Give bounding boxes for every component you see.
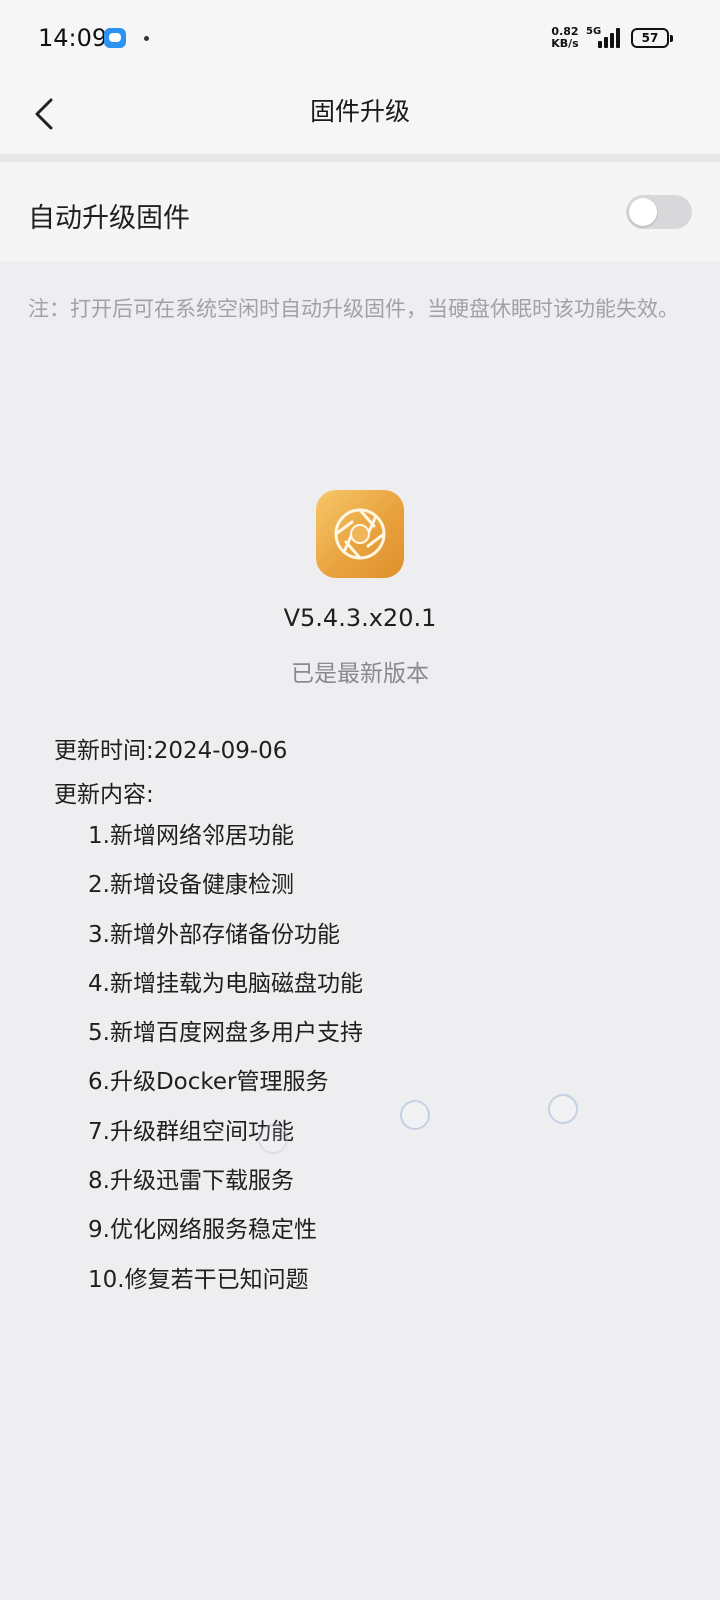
toggle-knob [629, 198, 657, 226]
changelog-item: 9.优化网络服务稳定性 [88, 1217, 317, 1244]
changelog-item: 7.升级群组空间功能 [88, 1118, 294, 1145]
nav-bar: 固件升级 [0, 78, 720, 154]
changelog-item: 1.新增网络邻居功能 [88, 823, 294, 849]
update-time: 更新时间:2024-09-06 [54, 738, 288, 764]
message-notification-icon [104, 28, 126, 48]
divider [0, 154, 720, 162]
touch-indicator-icon [400, 1100, 430, 1130]
auto-upgrade-row[interactable]: 自动升级固件 [0, 162, 720, 262]
firmware-status: 已是最新版本 [291, 661, 429, 687]
changelog-item: 5.新增百度网盘多用户支持 [88, 1020, 363, 1047]
changelog-item: 4.新增挂载为电脑磁盘功能 [88, 970, 363, 997]
battery-icon: 57 [631, 28, 673, 48]
changelog-item: 3.新增外部存储备份功能 [88, 921, 340, 948]
touch-indicator-icon [548, 1094, 578, 1124]
auto-upgrade-label: 自动升级固件 [28, 203, 190, 234]
changelog-item: 10.修复若干已知问题 [88, 1266, 309, 1293]
status-bar: 14:09 0.82 KB/s 5G 57 [0, 0, 720, 78]
changelog-item: 2.新增设备健康检测 [88, 872, 294, 899]
auto-upgrade-toggle[interactable] [626, 195, 692, 229]
changelog-list: 1.新增网络邻居功能 2.新增设备健康检测 3.新增外部存储备份功能 4.新增挂… [88, 812, 363, 1305]
changelog-item: 8.升级迅雷下载服务 [88, 1168, 294, 1195]
signal-icon [598, 28, 622, 48]
note-text: 注：打开后可在系统空闲时自动升级固件，当硬盘休眠时该功能失效。 [28, 297, 679, 321]
battery-level: 57 [641, 31, 659, 45]
network-speed: 0.82 KB/s [547, 26, 583, 50]
notification-dot-icon [144, 36, 149, 41]
aperture-icon [316, 490, 404, 578]
update-content-label: 更新内容: [54, 782, 154, 808]
page-title: 固件升级 [309, 97, 410, 126]
network-speed-unit: KB/s [551, 37, 579, 50]
firmware-version: V5.4.3.x20.1 [283, 604, 437, 632]
changelog-item: 6.升级Docker管理服务 [88, 1069, 329, 1096]
status-time: 14:09 [38, 24, 108, 52]
touch-indicator-icon [258, 1124, 288, 1154]
